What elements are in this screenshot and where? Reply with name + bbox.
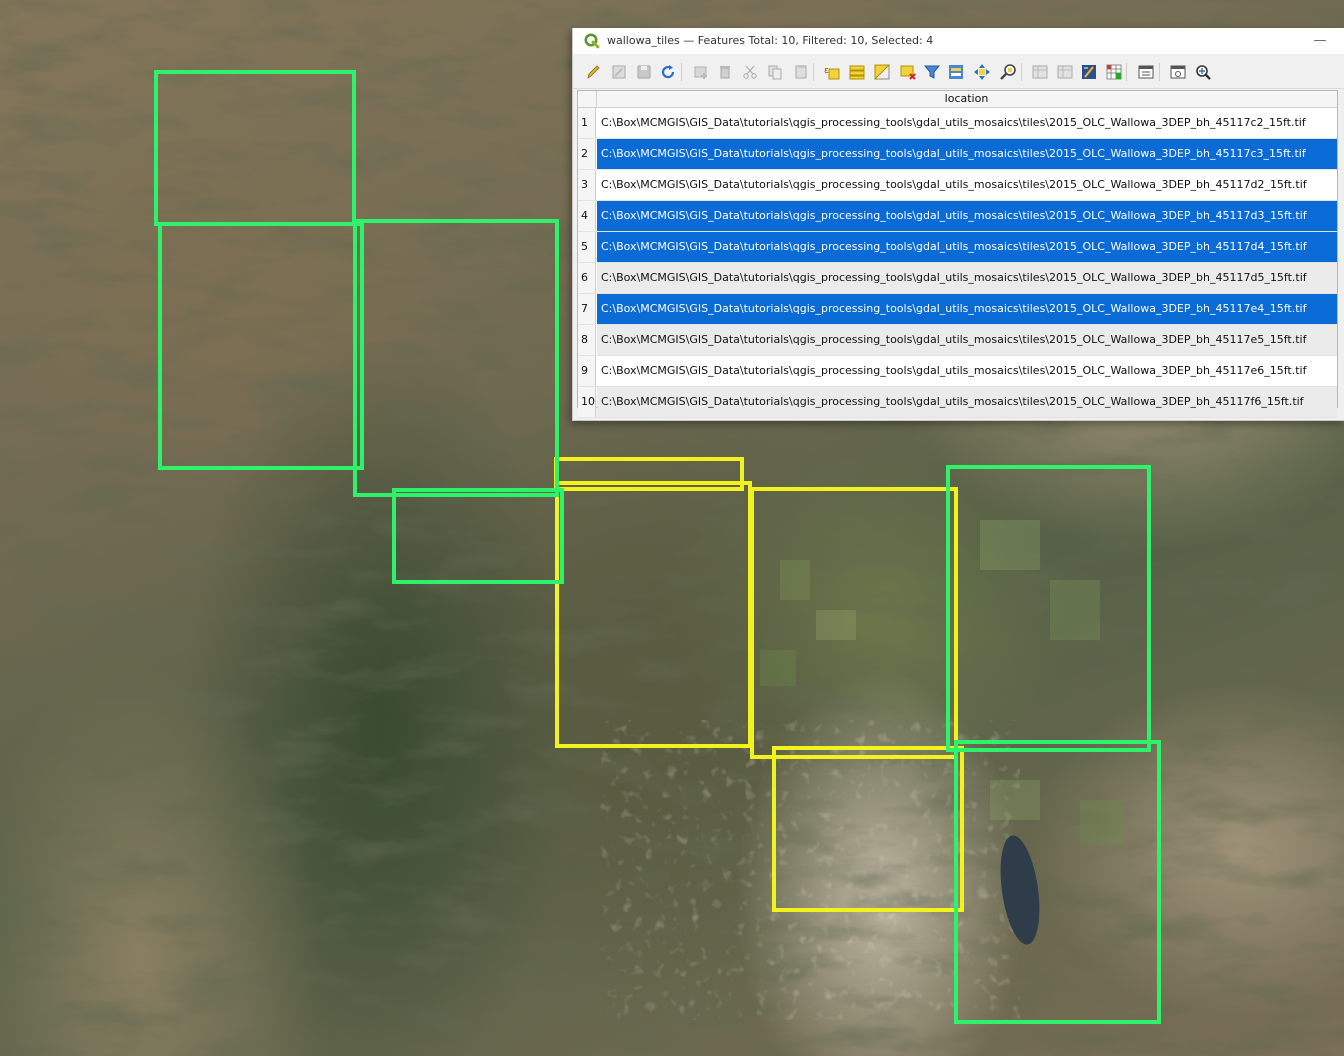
row-number[interactable]: 10 [578,387,596,417]
table-row[interactable]: 4 C:\Box\MCMGIS\GIS_Data\tutorials\qgis_p… [578,201,1337,232]
qgis-logo-icon [584,33,600,49]
tile-footprint[interactable] [946,465,1151,752]
delete-selected-icon[interactable] [716,63,734,81]
table-row[interactable]: 7 C:\Box\MCMGIS\GIS_Data\tutorials\qgis_p… [578,294,1337,325]
new-field-icon[interactable] [1031,63,1049,81]
select-by-expression-icon[interactable]: ε [823,63,841,81]
save-edits-icon[interactable] [635,63,653,81]
tile-footprint[interactable] [158,222,364,470]
table-row[interactable]: 5 C:\Box\MCMGIS\GIS_Data\tutorials\qgis_p… [578,232,1337,263]
select-all-corner[interactable] [578,91,597,107]
deselect-all-icon[interactable] [899,63,917,81]
row-number[interactable]: 6 [578,263,596,293]
paste-icon[interactable] [792,63,810,81]
location-cell[interactable]: C:\Box\MCMGIS\GIS_Data\tutorials\qgis_pr… [597,108,1337,138]
pan-to-selected-icon[interactable] [973,63,991,81]
row-number[interactable]: 7 [578,294,596,324]
toolbar-separator [813,63,814,81]
location-cell[interactable]: C:\Box\MCMGIS\GIS_Data\tutorials\qgis_pr… [597,263,1337,293]
table-row[interactable]: 1 C:\Box\MCMGIS\GIS_Data\tutorials\qgis_p… [578,108,1337,139]
reload-table-icon[interactable] [659,63,677,81]
toolbar-separator [681,63,682,81]
toggle-multi-edit-icon[interactable] [610,63,628,81]
attribute-table-window[interactable]: wallowa_tiles — Features Total: 10, Filt… [572,28,1344,421]
toolbar-separator [1159,63,1160,81]
filter-select-icon[interactable] [923,63,941,81]
row-number[interactable]: 8 [578,325,596,355]
table-row[interactable]: 9 C:\Box\MCMGIS\GIS_Data\tutorials\qgis_p… [578,356,1337,387]
toolbar-separator [1021,63,1022,81]
copy-icon[interactable] [766,63,784,81]
location-cell[interactable]: C:\Box\MCMGIS\GIS_Data\tutorials\qgis_pr… [597,356,1337,386]
tile-footprint[interactable] [954,740,1161,1024]
tile-footprint[interactable] [392,488,564,584]
table-row[interactable]: 10 C:\Box\MCMGIS\GIS_Data\tutorials\qgis_… [578,387,1337,418]
tile-footprint[interactable] [154,70,356,226]
delete-field-icon[interactable] [1056,63,1074,81]
row-number[interactable]: 2 [578,139,596,169]
location-cell[interactable]: C:\Box\MCMGIS\GIS_Data\tutorials\qgis_pr… [597,201,1337,231]
location-cell[interactable]: C:\Box\MCMGIS\GIS_Data\tutorials\qgis_pr… [597,387,1337,417]
move-selection-to-top-icon[interactable] [947,63,965,81]
location-cell[interactable]: C:\Box\MCMGIS\GIS_Data\tutorials\qgis_pr… [597,232,1337,262]
attribute-table[interactable]: location 1 C:\Box\MCMGIS\GIS_Data\tutoria… [577,90,1338,418]
location-cell[interactable]: C:\Box\MCMGIS\GIS_Data\tutorials\qgis_pr… [597,139,1337,169]
table-row[interactable]: 6 C:\Box\MCMGIS\GIS_Data\tutorials\qgis_p… [578,263,1337,294]
row-number[interactable]: 3 [578,170,596,200]
table-rows: 1 C:\Box\MCMGIS\GIS_Data\tutorials\qgis_p… [578,108,1337,418]
title-bar[interactable]: wallowa_tiles — Features Total: 10, Filt… [573,28,1344,54]
actions-icon[interactable] [1169,63,1187,81]
tile-footprint[interactable] [750,487,958,759]
tile-footprint[interactable] [353,219,559,497]
window-title: wallowa_tiles — Features Total: 10, Filt… [607,34,934,47]
row-number[interactable]: 9 [578,356,596,386]
table-row[interactable]: 2 C:\Box\MCMGIS\GIS_Data\tutorials\qgis_p… [578,139,1337,170]
tile-footprint[interactable] [555,481,752,748]
zoom-to-selected-icon[interactable] [999,63,1017,81]
cut-icon[interactable] [741,63,759,81]
location-cell[interactable]: C:\Box\MCMGIS\GIS_Data\tutorials\qgis_pr… [597,294,1337,324]
table-row[interactable]: 3 C:\Box\MCMGIS\GIS_Data\tutorials\qgis_p… [578,170,1337,201]
row-number[interactable]: 4 [578,201,596,231]
organize-columns-icon[interactable] [1194,63,1212,81]
attribute-toolbar: ε [573,54,1344,89]
toggle-editing-icon[interactable] [584,63,602,81]
add-feature-icon[interactable] [692,63,710,81]
select-all-icon[interactable] [848,63,866,81]
dock-table-icon[interactable] [1137,63,1155,81]
svg-text:ε: ε [824,66,829,76]
tile-footprint[interactable] [772,746,964,912]
toolbar-separator [1126,63,1127,81]
row-number[interactable]: 1 [578,108,596,138]
column-header-row: location [578,91,1337,108]
row-number[interactable]: 5 [578,232,596,262]
column-header-location[interactable]: location [597,92,1336,105]
conditional-formatting-icon[interactable] [1105,63,1123,81]
location-cell[interactable]: C:\Box\MCMGIS\GIS_Data\tutorials\qgis_pr… [597,325,1337,355]
invert-selection-icon[interactable] [873,63,891,81]
table-row[interactable]: 8 C:\Box\MCMGIS\GIS_Data\tutorials\qgis_p… [578,325,1337,356]
field-calculator-icon[interactable] [1080,63,1098,81]
location-cell[interactable]: C:\Box\MCMGIS\GIS_Data\tutorials\qgis_pr… [597,170,1337,200]
minimize-button[interactable]: — [1310,32,1330,50]
